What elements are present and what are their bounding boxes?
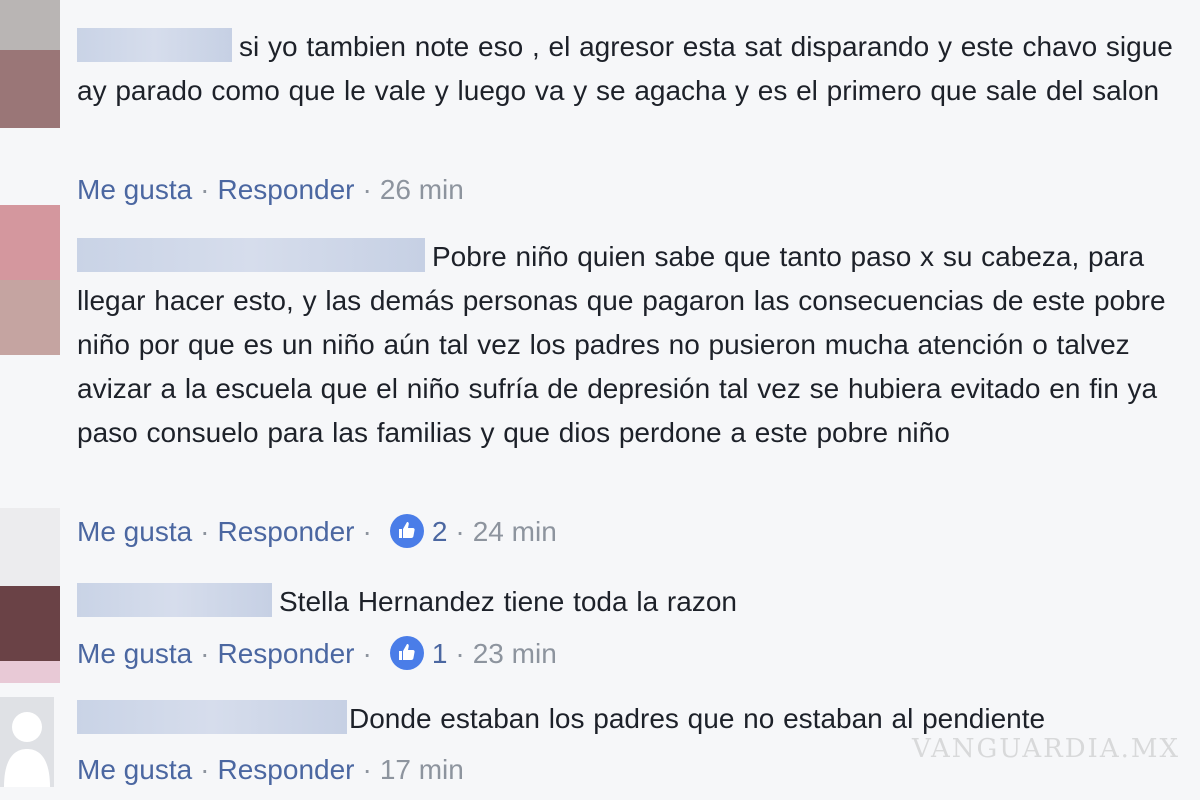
person-silhouette-icon — [4, 712, 50, 787]
separator: · — [200, 516, 210, 547]
commenter-avatar[interactable] — [0, 0, 60, 128]
commenter-avatar[interactable] — [0, 508, 60, 683]
comment-text: Stella Hernandez tiene toda la razon — [279, 586, 737, 617]
comment-actions: Me gusta · Responder · 1 · 23 min — [77, 634, 557, 674]
comment-text: si yo tambien note eso , el agresor esta… — [77, 31, 1173, 106]
comment-actions: Me gusta · Responder · 17 min — [77, 750, 464, 790]
like-link[interactable]: Me gusta — [77, 174, 192, 205]
commenter-name-redacted[interactable] — [77, 238, 425, 272]
comment-time[interactable]: 23 min — [473, 638, 557, 669]
separator: · — [455, 516, 465, 547]
comment-actions: Me gusta · Responder · 26 min — [77, 170, 464, 210]
separator: · — [455, 638, 465, 669]
thumbs-up-icon[interactable] — [389, 514, 424, 548]
separator: · — [362, 516, 372, 547]
reply-link[interactable]: Responder — [218, 174, 355, 205]
commenter-avatar[interactable] — [0, 205, 60, 355]
comment-body: Stella Hernandez tiene toda la razon — [77, 580, 1192, 624]
watermark: VANGUARDIA.MX — [911, 734, 1180, 764]
commenter-name-redacted[interactable] — [77, 583, 272, 617]
commenter-name-redacted[interactable] — [77, 28, 232, 62]
separator: · — [200, 638, 210, 669]
separator: · — [362, 754, 372, 785]
thumbs-up-icon[interactable] — [389, 636, 424, 670]
separator: · — [362, 638, 372, 669]
comment-actions: Me gusta · Responder · 2 · 24 min — [77, 512, 557, 552]
comment-time[interactable]: 17 min — [380, 754, 464, 785]
comment-body: Pobre niño quien sabe que tanto paso x s… — [77, 235, 1192, 455]
comment-time[interactable]: 24 min — [473, 516, 557, 547]
comment-time[interactable]: 26 min — [380, 174, 464, 205]
comment-text: Donde estaban los padres que no estaban … — [349, 703, 1046, 734]
like-link[interactable]: Me gusta — [77, 516, 192, 547]
separator: · — [200, 754, 210, 785]
comment-body: si yo tambien note eso , el agresor esta… — [77, 25, 1192, 113]
like-count[interactable]: 2 — [432, 516, 448, 547]
reply-link[interactable]: Responder — [218, 638, 355, 669]
commenter-name-redacted[interactable] — [77, 700, 347, 734]
like-count[interactable]: 1 — [432, 638, 448, 669]
comment-text: Pobre niño quien sabe que tanto paso x s… — [77, 241, 1166, 448]
reply-link[interactable]: Responder — [218, 516, 355, 547]
reply-link[interactable]: Responder — [218, 754, 355, 785]
separator: · — [200, 174, 210, 205]
separator: · — [362, 174, 372, 205]
like-link[interactable]: Me gusta — [77, 638, 192, 669]
default-avatar[interactable] — [0, 697, 54, 787]
like-link[interactable]: Me gusta — [77, 754, 192, 785]
